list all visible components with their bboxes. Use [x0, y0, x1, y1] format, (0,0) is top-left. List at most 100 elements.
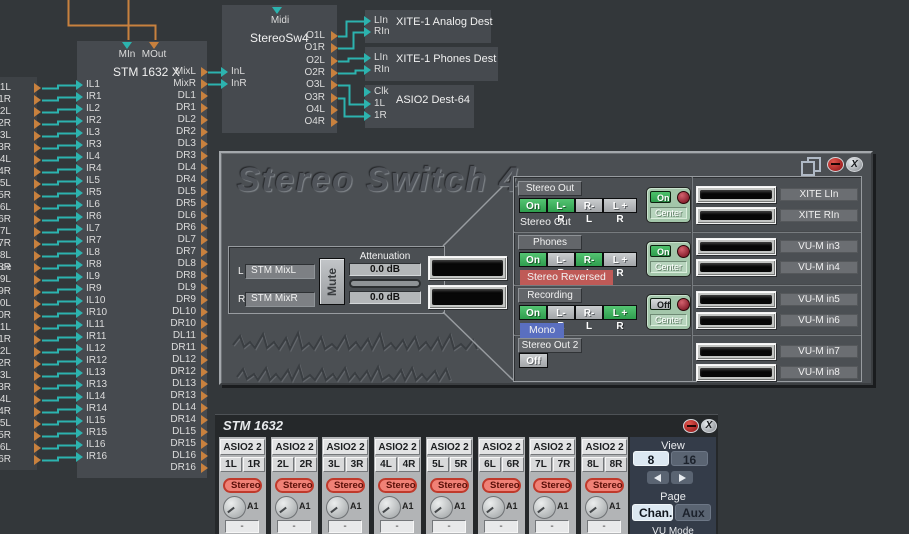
strip-device-button[interactable]: ASIO2 2 [272, 439, 317, 455]
wire-o3r[interactable] [338, 97, 365, 118]
port-out-dl14[interactable] [201, 403, 208, 413]
port-in-lin[interactable] [364, 16, 371, 26]
page-chan-button[interactable]: Chan. [632, 504, 673, 521]
balance-knob[interactable] [677, 298, 690, 311]
port-in-il4[interactable] [76, 152, 83, 162]
port-in-rin[interactable] [364, 65, 371, 75]
mixer-minimize-icon[interactable] [683, 419, 699, 433]
mode-button-l-r[interactable]: L-R [547, 305, 575, 332]
mode-button-r-l[interactable]: R-L [575, 252, 603, 279]
strip-right-cell[interactable]: 1R [243, 457, 265, 472]
aux1-send-field[interactable]: - [535, 520, 569, 533]
port-out-15l[interactable] [34, 419, 41, 429]
mixer-close-icon[interactable]: X [701, 419, 717, 433]
center-field[interactable]: Center [650, 261, 687, 273]
wire-input-27[interactable] [42, 396, 77, 402]
port-out-7l[interactable] [34, 227, 41, 237]
wire-input-23[interactable] [42, 348, 77, 354]
wire-input-29[interactable] [42, 420, 77, 426]
port-midi[interactable] [272, 7, 282, 14]
port-out-o1l[interactable] [331, 31, 338, 41]
port-in-il3[interactable] [76, 128, 83, 138]
wire-o1l[interactable] [338, 20, 365, 38]
port-in-ir11[interactable] [76, 332, 83, 342]
port-out-dl4[interactable] [201, 163, 208, 173]
port-out-dl13[interactable] [201, 379, 208, 389]
stereo-link-button[interactable]: Stereo [482, 478, 521, 493]
port-out-dr13[interactable] [201, 391, 208, 401]
right-source-field[interactable]: STM MixR [245, 292, 315, 307]
aux1-knob[interactable] [482, 496, 505, 519]
port-out-9r[interactable] [34, 287, 41, 297]
port-out-mixr[interactable] [201, 79, 208, 89]
port-out-dl6[interactable] [201, 211, 208, 221]
wire-input-15[interactable] [42, 252, 77, 258]
port-in-il14[interactable] [76, 392, 83, 402]
wire-input-31[interactable] [42, 444, 77, 450]
aux1-send-field[interactable]: - [432, 520, 466, 533]
wire-o3l[interactable] [338, 84, 365, 106]
strip-device-button[interactable]: ASIO2 2 [479, 439, 524, 455]
wire-input-10[interactable] [42, 192, 77, 198]
port-in-lin[interactable] [364, 53, 371, 63]
stereo-link-button[interactable]: Stereo [585, 478, 624, 493]
attenuation-left-field[interactable]: 0.0 dB [349, 263, 421, 276]
port-in-ir2[interactable] [76, 116, 83, 126]
port-midi-out[interactable] [149, 42, 159, 49]
port-in-ir5[interactable] [76, 188, 83, 198]
port-out-o2l[interactable] [331, 56, 338, 66]
aux1-send-field[interactable]: - [277, 520, 311, 533]
stereo-link-button[interactable]: Stereo [275, 478, 314, 493]
balance-knob[interactable] [677, 245, 690, 258]
stereo-link-button[interactable]: Stereo [430, 478, 469, 493]
mode-button-on[interactable]: On [519, 252, 547, 267]
attenuation-slider[interactable] [349, 279, 421, 288]
port-out-dr16[interactable] [201, 463, 208, 473]
port-out-5l[interactable] [34, 179, 41, 189]
port-out-16r[interactable] [34, 455, 41, 465]
page-aux-button[interactable]: Aux [675, 504, 711, 521]
strip-right-cell[interactable]: 8R [605, 457, 627, 472]
port-in-rin[interactable] [364, 27, 371, 37]
port-in-il12[interactable] [76, 344, 83, 354]
strip-right-cell[interactable]: 6R [502, 457, 524, 472]
wire-input-24[interactable] [42, 360, 77, 366]
port-out-dr2[interactable] [201, 127, 208, 137]
wire-input-2[interactable] [42, 96, 77, 102]
port-out-13r[interactable] [34, 383, 41, 393]
mode-button-l+r[interactable]: L + R [603, 252, 637, 279]
wire-input-4[interactable] [42, 120, 77, 126]
port-out-dl12[interactable] [201, 355, 208, 365]
port-out-4r[interactable] [34, 167, 41, 177]
aux1-knob[interactable] [378, 496, 401, 519]
port-in-ir4[interactable] [76, 164, 83, 174]
copy-pages-icon[interactable] [800, 157, 822, 176]
port-in-ir14[interactable] [76, 404, 83, 414]
port-out-dr4[interactable] [201, 175, 208, 185]
strip-right-cell[interactable]: 7R [553, 457, 575, 472]
strip-device-button[interactable]: ASIO2 2 [427, 439, 472, 455]
port-in-il8[interactable] [76, 248, 83, 258]
strip-left-cell[interactable]: 3L [323, 457, 345, 472]
aux1-knob[interactable] [223, 496, 246, 519]
strip-right-cell[interactable]: 5R [450, 457, 472, 472]
port-out-2l[interactable] [34, 107, 41, 117]
port-in-ir9[interactable] [76, 284, 83, 294]
port-in-ir7[interactable] [76, 236, 83, 246]
port-out-o2r[interactable] [331, 68, 338, 78]
strip-left-cell[interactable]: 7L [530, 457, 552, 472]
wire-input-5[interactable] [42, 132, 77, 138]
wire-input-16[interactable] [42, 264, 77, 270]
strip-left-cell[interactable]: 1L [220, 457, 242, 472]
wire-input-6[interactable] [42, 144, 77, 150]
stereo-link-button[interactable]: Stereo [533, 478, 572, 493]
attenuation-slider-handle[interactable] [351, 281, 419, 286]
port-out-o4l[interactable] [331, 105, 338, 115]
center-field[interactable]: Center [650, 314, 687, 326]
aux1-send-field[interactable]: - [587, 520, 621, 533]
page-next-button[interactable] [671, 471, 693, 484]
port-in-1r[interactable] [364, 111, 371, 121]
port-out-dl11[interactable] [201, 331, 208, 341]
wire-o2l[interactable] [338, 57, 365, 63]
port-in-il13[interactable] [76, 368, 83, 378]
